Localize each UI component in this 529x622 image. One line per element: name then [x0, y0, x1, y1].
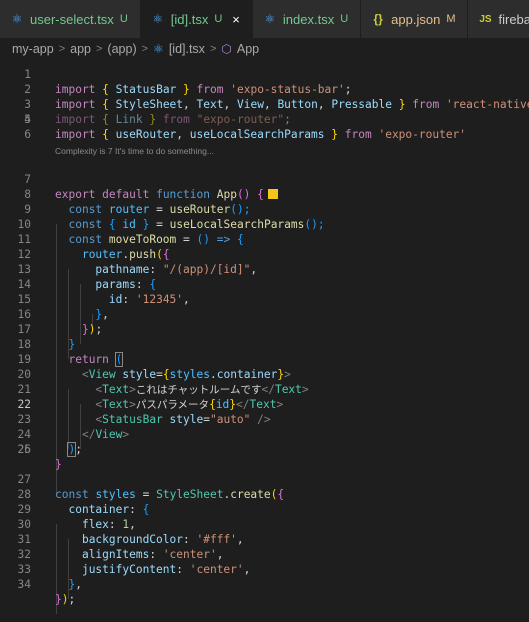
code-line: 18 return (: [17, 338, 124, 367]
react-icon: ⚛: [264, 12, 276, 26]
code-line: 19 <View style={styles.container}>: [17, 353, 291, 381]
code-line: 11 router.push({: [17, 233, 170, 261]
git-status-badge: U: [340, 13, 349, 25]
code-line: 13 params: {: [17, 263, 157, 291]
editor-tab-bar: ⚛ user-select.tsx U ⚛ [id].tsx U × ⚛ ind…: [0, 0, 529, 39]
tab-label: user-select.tsx: [30, 11, 114, 27]
code-line: 24 );: [17, 428, 82, 457]
tab-firebase[interactable]: JS fireba: [468, 0, 529, 38]
code-line: 7 export default function App() {: [0, 157, 529, 201]
tab-index[interactable]: ⚛ index.tsx U: [252, 0, 362, 38]
code-line: 16 });: [17, 308, 103, 336]
code-line: 21 <Text>パスパラメータ{id}</Text>: [17, 383, 284, 411]
code-line: 17 }: [17, 323, 76, 351]
code-line: 26: [17, 443, 31, 456]
code-line: 28 container: {: [17, 488, 150, 516]
tab-id[interactable]: ⚛ [id].tsx U ×: [140, 0, 253, 38]
code-line: 6: [24, 128, 31, 141]
code-line: 9 const { id } = useLocalSearchParams();: [24, 203, 325, 231]
code-line-current: 22 <StatusBar style="auto" />: [17, 398, 271, 426]
code-line: 27 const styles = StyleSheet.create({: [17, 473, 285, 501]
react-icon: ⚛: [11, 12, 23, 26]
code-line: 12 pathname: "/(app)/[id]",: [17, 248, 258, 276]
code-line: 5: [24, 113, 31, 126]
git-status-badge: M: [446, 13, 456, 25]
code-line: 3 import { Link } from "expo-router";: [24, 98, 291, 126]
code-line: 14 id: '12345',: [17, 278, 190, 306]
tab-user-select[interactable]: ⚛ user-select.tsx U: [0, 0, 141, 38]
code-line: 20 <Text>これはチャットルームです</Text>: [17, 368, 309, 396]
close-icon[interactable]: ×: [232, 12, 240, 27]
tab-app-json[interactable]: {} app.json M: [361, 0, 469, 38]
react-icon: ⚛: [152, 12, 164, 26]
code-line: 10 const moveToRoom = () => {: [17, 218, 244, 246]
code-line: 23 </View>: [17, 413, 130, 441]
code-line: 2 import { StyleSheet, Text, View, Butto…: [24, 83, 529, 111]
tab-label: app.json: [391, 11, 441, 27]
code-line: 32 justifyContent: 'center',: [17, 548, 251, 576]
code-line: 1 import { StatusBar } from 'expo-status…: [24, 68, 352, 96]
code-line: 25 }: [17, 443, 62, 471]
tab-label: [id].tsx: [170, 11, 209, 27]
code-line: 31 alignItems: 'center',: [17, 533, 224, 561]
code-line: 30 backgroundColor: '#fff',: [17, 518, 244, 546]
code-line: 15 },: [17, 293, 109, 321]
git-status-badge: U: [214, 13, 223, 25]
code-line: 8 const router = useRouter();: [24, 188, 251, 216]
json-icon: {}: [373, 12, 383, 26]
js-icon: JS: [479, 13, 492, 25]
code-line: 33 },: [17, 563, 82, 591]
code-line: 4 import { useRouter, useLocalSearchPara…: [24, 113, 467, 141]
git-status-badge: U: [119, 13, 128, 25]
tab-label: fireba: [498, 11, 529, 27]
code-line: 34 });: [17, 578, 76, 606]
tab-label: index.tsx: [282, 11, 335, 27]
code-line: 29 flex: 1,: [17, 503, 136, 531]
